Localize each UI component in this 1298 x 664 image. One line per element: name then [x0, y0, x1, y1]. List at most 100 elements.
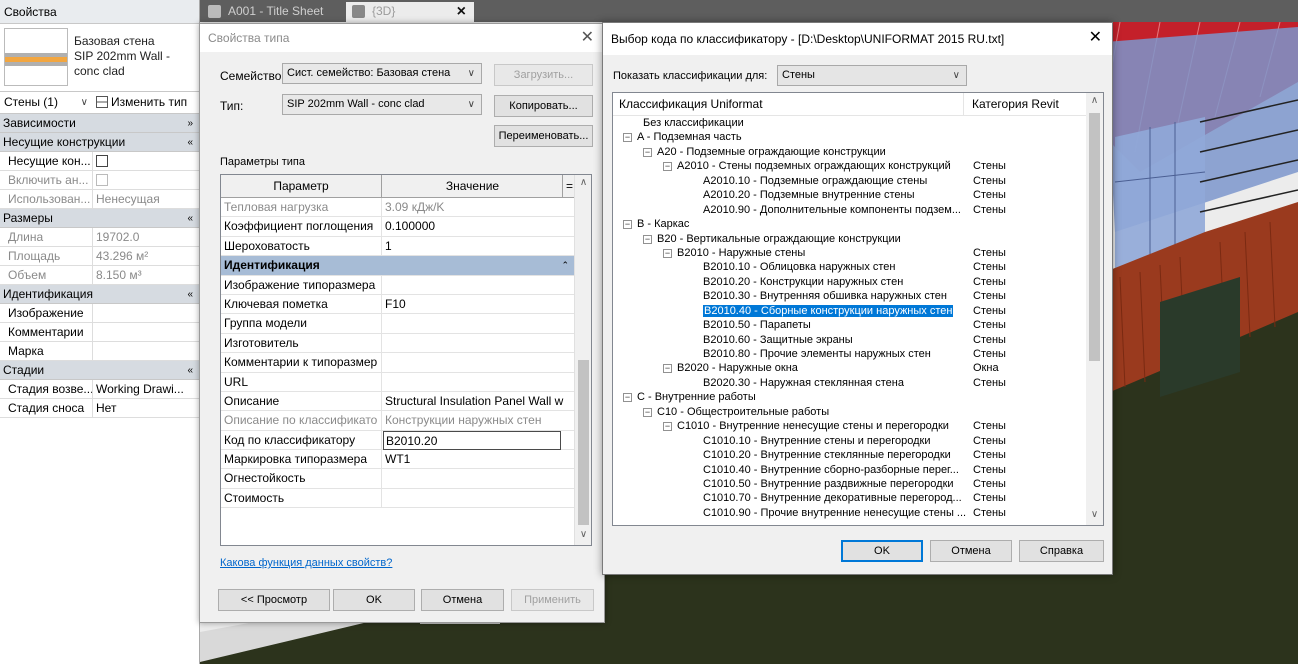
structural-checkbox[interactable]: [96, 155, 108, 167]
tab-3d-view[interactable]: {3D} ×: [346, 2, 474, 22]
tree-item[interactable]: B2010.60 - Защитные экраны Стены: [613, 333, 1087, 347]
parameter-row[interactable]: Комментарии к типоразмер: [221, 353, 575, 373]
collapse-icon[interactable]: ⌃: [561, 256, 569, 275]
scroll-up-icon[interactable]: ∧: [1086, 95, 1103, 106]
preview-button[interactable]: << Просмотр: [218, 589, 330, 611]
column-header-value[interactable]: Значение: [383, 175, 563, 198]
parameter-value[interactable]: [383, 334, 575, 353]
element-filter-dropdown[interactable]: Стены (1) ∨: [2, 94, 90, 112]
apply-button[interactable]: Применить: [511, 589, 594, 611]
help-button[interactable]: Справка: [1019, 540, 1104, 562]
prop-row-comments[interactable]: Комментарии: [0, 323, 199, 342]
parameter-row[interactable]: Маркировка типоразмера WT1: [221, 450, 575, 470]
parameter-row[interactable]: Огнестойкость: [221, 469, 575, 489]
parameter-row[interactable]: Описание Structural Insulation Panel Wall…: [221, 391, 575, 412]
tree-item[interactable]: B2010.50 - Парапеты Стены: [613, 318, 1087, 332]
scroll-down-icon[interactable]: ∨: [1086, 509, 1103, 520]
parameter-value[interactable]: [383, 314, 575, 333]
tree-item[interactable]: C1010.50 - Внутренние раздвижные перегор…: [613, 477, 1087, 491]
tree-item[interactable]: C1010.10 - Внутренние стены и перегородк…: [613, 434, 1087, 448]
tree-item[interactable]: A2010.90 - Дополнительные компоненты под…: [613, 203, 1087, 217]
tree-item[interactable]: − B2020 - Наружные окна Окна: [613, 361, 1087, 375]
rename-button[interactable]: Переименовать...: [494, 125, 593, 147]
collapse-icon[interactable]: −: [623, 220, 632, 230]
parameter-value[interactable]: F10: [383, 295, 575, 314]
parameter-row[interactable]: Коэффициент поглощения 0.100000: [221, 217, 575, 237]
column-header-uniformat[interactable]: Классификация Uniformat: [619, 97, 763, 111]
classification-code-field[interactable]: B2010.20: [383, 430, 561, 450]
ok-button[interactable]: OK: [841, 540, 923, 562]
tree-item[interactable]: C1010.40 - Внутренние сборно-разборные п…: [613, 463, 1087, 477]
family-dropdown[interactable]: Сист. семейство: Базовая стена ∨: [282, 63, 482, 84]
prop-row-image[interactable]: Изображение: [0, 304, 199, 323]
tree-item[interactable]: A2010.20 - Подземные внутренние стены Сте…: [613, 188, 1087, 202]
tree-item[interactable]: C1010.70 - Внутренние декоративные перег…: [613, 491, 1087, 505]
tree-scrollbar[interactable]: ∧ ∨: [1086, 93, 1103, 525]
tree-item[interactable]: − B20 - Вертикальные ограждающие конструк…: [613, 232, 1087, 246]
column-header-parameter[interactable]: Параметр: [221, 175, 382, 198]
tree-item[interactable]: B2010.30 - Внутренняя обшивка наружных с…: [613, 289, 1087, 303]
tree-item[interactable]: − C1010 - Внутренние ненесущие стены и пе…: [613, 419, 1087, 433]
collapse-icon[interactable]: −: [663, 364, 672, 374]
parameter-group-header[interactable]: Идентификация ⌃: [221, 256, 575, 276]
tree-item[interactable]: Без классификации: [613, 116, 1087, 130]
collapse-icon[interactable]: −: [663, 162, 672, 172]
tree-item[interactable]: C1010.90 - Прочие внутренние ненесущие с…: [613, 506, 1087, 520]
collapse-icon[interactable]: −: [663, 248, 672, 258]
parameter-value[interactable]: Structural Insulation Panel Wall w: [383, 392, 575, 411]
parameter-row[interactable]: Изготовитель: [221, 333, 575, 354]
parameter-value[interactable]: [383, 469, 575, 488]
close-icon[interactable]: ✕: [1089, 27, 1102, 47]
collapse-icon[interactable]: −: [643, 234, 652, 244]
tree-item[interactable]: − A2010 - Стены подземных ограждающих кон…: [613, 159, 1087, 173]
parameter-value[interactable]: [383, 276, 575, 295]
scroll-down-icon[interactable]: ∨: [575, 529, 591, 540]
parameter-row[interactable]: Код по классификатору B2010.20: [221, 430, 575, 451]
parameter-value[interactable]: 1: [383, 237, 575, 256]
column-header-revit-category[interactable]: Категория Revit: [963, 93, 1059, 116]
parameter-value[interactable]: [383, 353, 575, 372]
tree-item[interactable]: − B - Каркас: [613, 217, 1087, 231]
category-identity[interactable]: Идентификация «: [0, 285, 199, 304]
tree-item[interactable]: B2010.40 - Сборные конструкции наружных …: [613, 303, 1087, 318]
tree-item[interactable]: − A - Подземная часть: [613, 130, 1087, 144]
scroll-up-icon[interactable]: ∧: [575, 177, 591, 188]
parameter-row[interactable]: Шероховатость 1: [221, 236, 575, 257]
collapse-icon[interactable]: −: [643, 147, 652, 157]
duplicate-button[interactable]: Копировать...: [494, 95, 593, 117]
scrollbar-thumb[interactable]: [1089, 113, 1100, 361]
ok-button[interactable]: OK: [333, 589, 415, 611]
tree-item[interactable]: B2010.10 - Облицовка наружных стен Стены: [613, 260, 1087, 274]
help-link[interactable]: Какова функция данных свойств?: [220, 557, 392, 569]
tree-item[interactable]: B2010.20 - Конструкции наружных стен Стен…: [613, 275, 1087, 289]
tree-item[interactable]: − A20 - Подземные ограждающие конструкции: [613, 145, 1087, 159]
tree-item[interactable]: C1010.20 - Внутренние стеклянные перегор…: [613, 448, 1087, 462]
parameter-value[interactable]: 0.100000: [383, 217, 575, 236]
tree-item[interactable]: A2010.10 - Подземные ограждающие стены Ст…: [613, 174, 1087, 188]
load-button[interactable]: Загрузить...: [494, 64, 593, 86]
prop-row-phase-demolished[interactable]: Стадия сноса Нет: [0, 399, 199, 418]
collapse-icon[interactable]: −: [643, 407, 652, 417]
parameter-row[interactable]: Стоимость: [221, 488, 575, 509]
category-structural[interactable]: Несущие конструкции «: [0, 133, 199, 152]
category-dimensions[interactable]: Размеры «: [0, 209, 199, 228]
cancel-button[interactable]: Отмена: [930, 540, 1012, 562]
type-dropdown[interactable]: SIP 202mm Wall - conc clad ∨: [282, 94, 482, 115]
collapse-icon[interactable]: −: [663, 422, 672, 432]
parameter-value[interactable]: WT1: [383, 450, 575, 469]
prop-row-mark[interactable]: Марка: [0, 342, 199, 361]
collapse-icon[interactable]: −: [623, 133, 632, 143]
tree-item[interactable]: − C10 - Общестроительные работы: [613, 405, 1087, 419]
table-scrollbar[interactable]: ∧ ∨: [574, 175, 591, 545]
parameter-row[interactable]: Ключевая пометка F10: [221, 294, 575, 315]
tree-item[interactable]: B2010.80 - Прочие элементы наружных стен…: [613, 347, 1087, 361]
prop-row-phase-created[interactable]: Стадия возве... Working Drawi...: [0, 380, 199, 399]
cancel-button[interactable]: Отмена: [421, 589, 504, 611]
tree-item[interactable]: B2020.30 - Наружная стеклянная стена Стен…: [613, 376, 1087, 390]
parameter-value[interactable]: [383, 489, 575, 508]
collapse-icon[interactable]: −: [623, 393, 632, 403]
category-phasing[interactable]: Стадии «: [0, 361, 199, 380]
tab-title-sheet[interactable]: A001 - Title Sheet: [202, 2, 342, 22]
parameter-row[interactable]: URL: [221, 372, 575, 392]
category-filter-dropdown[interactable]: Стены ∨: [777, 65, 967, 86]
